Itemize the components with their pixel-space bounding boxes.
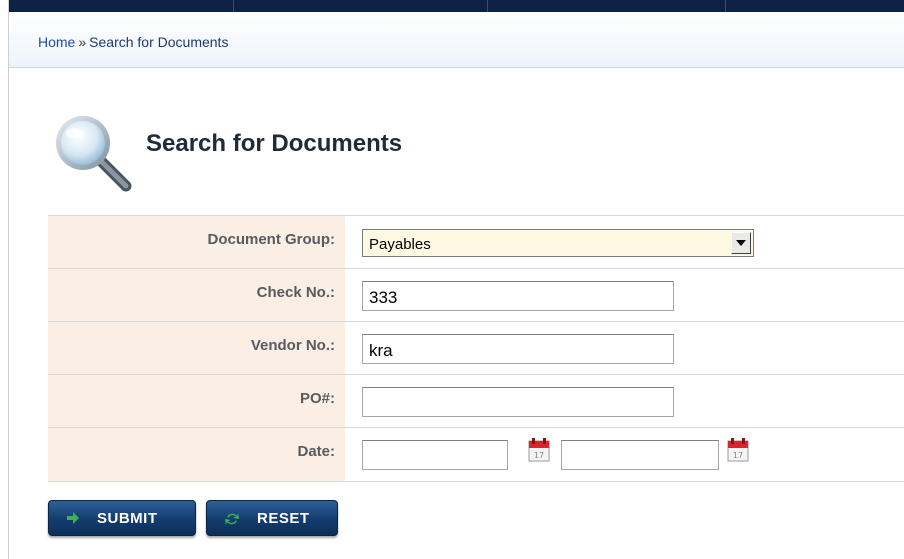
po-label: PO#: (299, 390, 335, 407)
form-row-vendor-no: Vendor No.: (48, 321, 904, 374)
form-row-po: PO#: (48, 374, 904, 427)
top-navigation-bar (9, 0, 904, 12)
magnifier-icon (56, 116, 132, 192)
check-no-input[interactable] (362, 281, 674, 311)
document-group-label: Document Group: (207, 231, 336, 248)
calendar-day-text: 17 (733, 451, 743, 460)
submit-button-label: SUBMIT (97, 510, 158, 527)
date-from-input[interactable] (362, 440, 508, 470)
date-label: Date: (297, 443, 335, 460)
po-input[interactable] (362, 387, 674, 417)
form-row-document-group: Document Group: Payables (48, 215, 904, 268)
calendar-icon[interactable]: 17 (727, 438, 749, 462)
form-row-date: Date: 17 17 (48, 427, 904, 482)
arrow-right-icon (67, 512, 79, 524)
breadcrumb-bar: Home» Search for Documents (9, 12, 904, 68)
check-no-label: Check No.: (256, 284, 335, 301)
left-border (0, 0, 9, 559)
document-group-value: Payables (369, 236, 431, 253)
refresh-icon (225, 513, 239, 525)
search-form: Document Group: Payables Check No.: Vend… (48, 215, 904, 482)
submit-button[interactable]: SUBMIT (48, 500, 196, 536)
breadcrumb: Home» Search for Documents (38, 34, 228, 50)
breadcrumb-current: Search for Documents (89, 34, 229, 50)
form-row-check-no: Check No.: (48, 268, 904, 321)
vendor-no-input[interactable] (362, 334, 674, 364)
reset-button-label: RESET (257, 510, 310, 527)
calendar-day-text: 17 (534, 451, 544, 460)
breadcrumb-separator: » (78, 34, 87, 50)
reset-button[interactable]: RESET (206, 500, 338, 536)
dropdown-arrow-icon[interactable] (731, 232, 751, 254)
document-group-select[interactable]: Payables (362, 229, 754, 257)
breadcrumb-home-link[interactable]: Home (38, 34, 75, 50)
date-to-input[interactable] (561, 440, 719, 470)
vendor-no-label: Vendor No.: (250, 337, 335, 354)
page-title: Search for Documents (146, 130, 403, 157)
calendar-icon[interactable]: 17 (528, 438, 550, 462)
